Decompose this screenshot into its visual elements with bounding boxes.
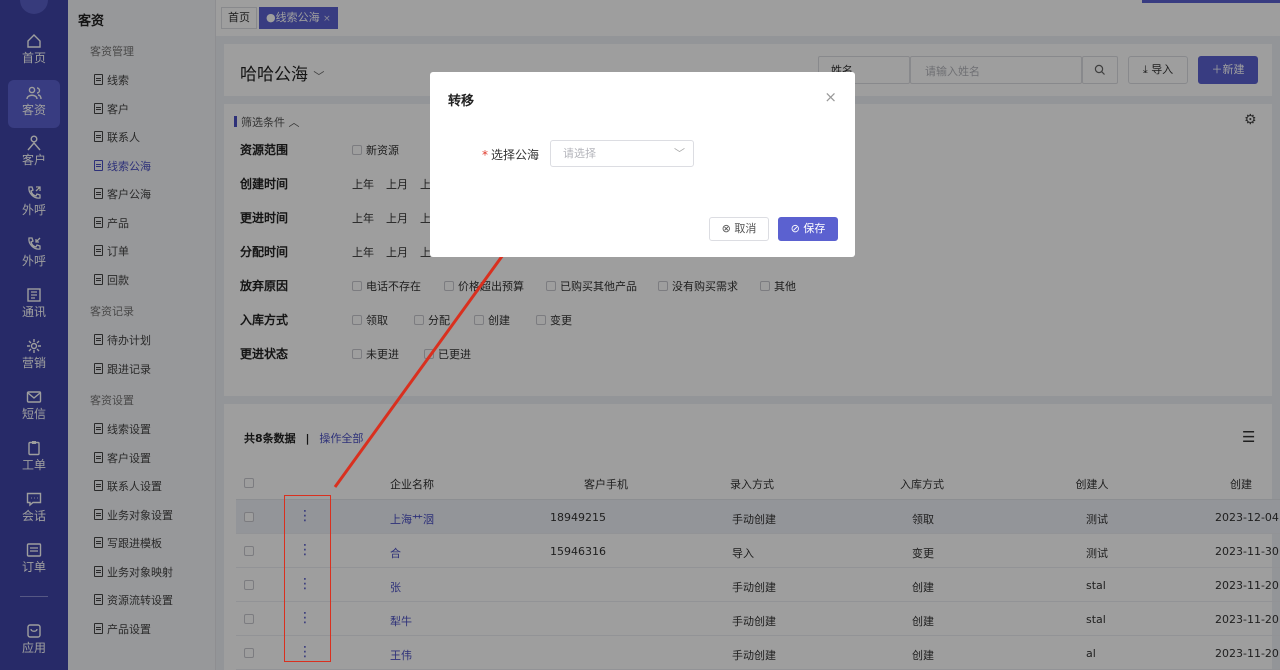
chevron-down-icon: ﹀ — [674, 147, 685, 160]
save-label: 保存 — [803, 222, 826, 235]
cancel-label: 取消 — [734, 222, 757, 235]
pool-select-label: * 选择公海 — [482, 146, 539, 163]
cancel-button[interactable]: ⊗ 取消 — [709, 217, 769, 241]
close-icon[interactable]: × — [824, 88, 837, 106]
annotation-highlight-box — [284, 495, 331, 662]
cancel-circle-icon: ⊗ — [721, 222, 731, 235]
transfer-dialog: 转移 × * 选择公海 请选择 ﹀ ⊗ 取消 ⊘ 保存 — [430, 72, 855, 257]
dialog-title: 转移 — [448, 94, 475, 109]
check-circle-icon: ⊘ — [790, 222, 800, 235]
save-button[interactable]: ⊘ 保存 — [778, 217, 838, 241]
pool-select[interactable]: 请选择 ﹀ — [550, 140, 694, 167]
pool-select-label-text: 选择公海 — [491, 148, 540, 162]
required-mark: * — [482, 148, 488, 162]
pool-select-placeholder: 请选择 — [563, 147, 596, 160]
